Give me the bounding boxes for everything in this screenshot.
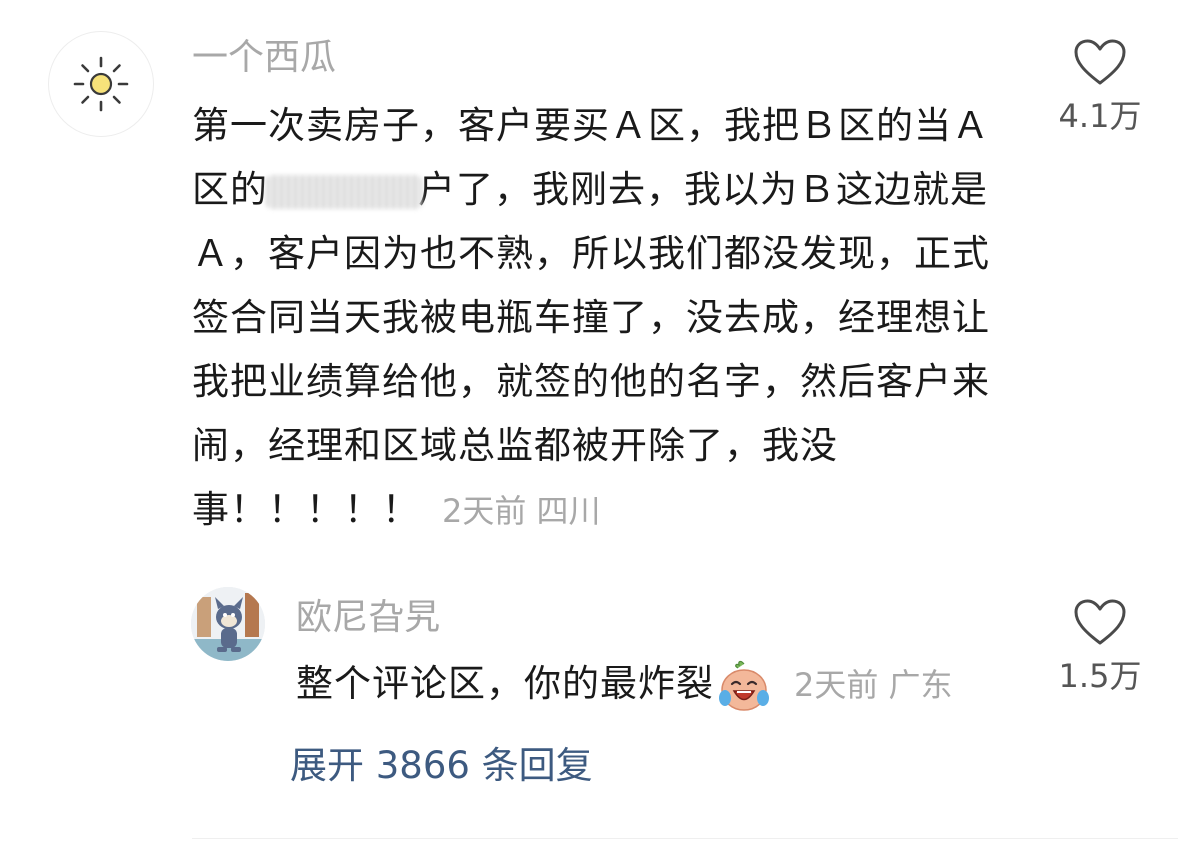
reply-body: 整个评论区，你的最炸裂 2天前 广东 [296, 652, 1036, 717]
heart-outline-icon [1074, 599, 1126, 645]
reply-username[interactable]: 欧尼旮旯 [296, 598, 440, 638]
comment-location: 四川 [536, 492, 601, 530]
sun-icon [73, 56, 129, 112]
censored-text-blur [266, 174, 422, 209]
reply-meta: 2天前 广东 [794, 666, 953, 704]
laughing-tears-emoji [719, 660, 769, 711]
cartoon-cat-avatar [191, 587, 265, 661]
reply-text: 整个评论区，你的最炸裂 [296, 662, 714, 705]
heart-outline-icon [1074, 39, 1126, 85]
comment-text-part2: 户了，我刚去，我以为Ｂ这边就是Ａ，客户因为也不熟，所以我们都没发现，正式签合同当… [192, 168, 990, 531]
like-count: 4.1万 [1058, 97, 1142, 135]
divider [192, 838, 1178, 839]
avatar[interactable] [48, 31, 154, 137]
comment-body: 第一次卖房子，客户要买Ａ区，我把Ｂ区的当Ａ区的 户了，我刚去，我以为Ｂ这边就是Ａ，… [192, 94, 1012, 543]
comment-username[interactable]: 一个西瓜 [192, 38, 336, 78]
reply-time: 2天前 [794, 666, 879, 704]
expand-replies-link[interactable]: 展开 3866 条回复 [290, 742, 593, 790]
like-button[interactable]: 4.1万 [1040, 38, 1160, 136]
reply-avatar[interactable] [191, 587, 265, 661]
comment-meta: 2天前 四川 [442, 492, 601, 530]
reply-like-count: 1.5万 [1058, 657, 1142, 695]
comment-time: 2天前 [442, 492, 527, 530]
reply-location: 广东 [888, 666, 953, 704]
reply-like-button[interactable]: 1.5万 [1040, 598, 1160, 696]
